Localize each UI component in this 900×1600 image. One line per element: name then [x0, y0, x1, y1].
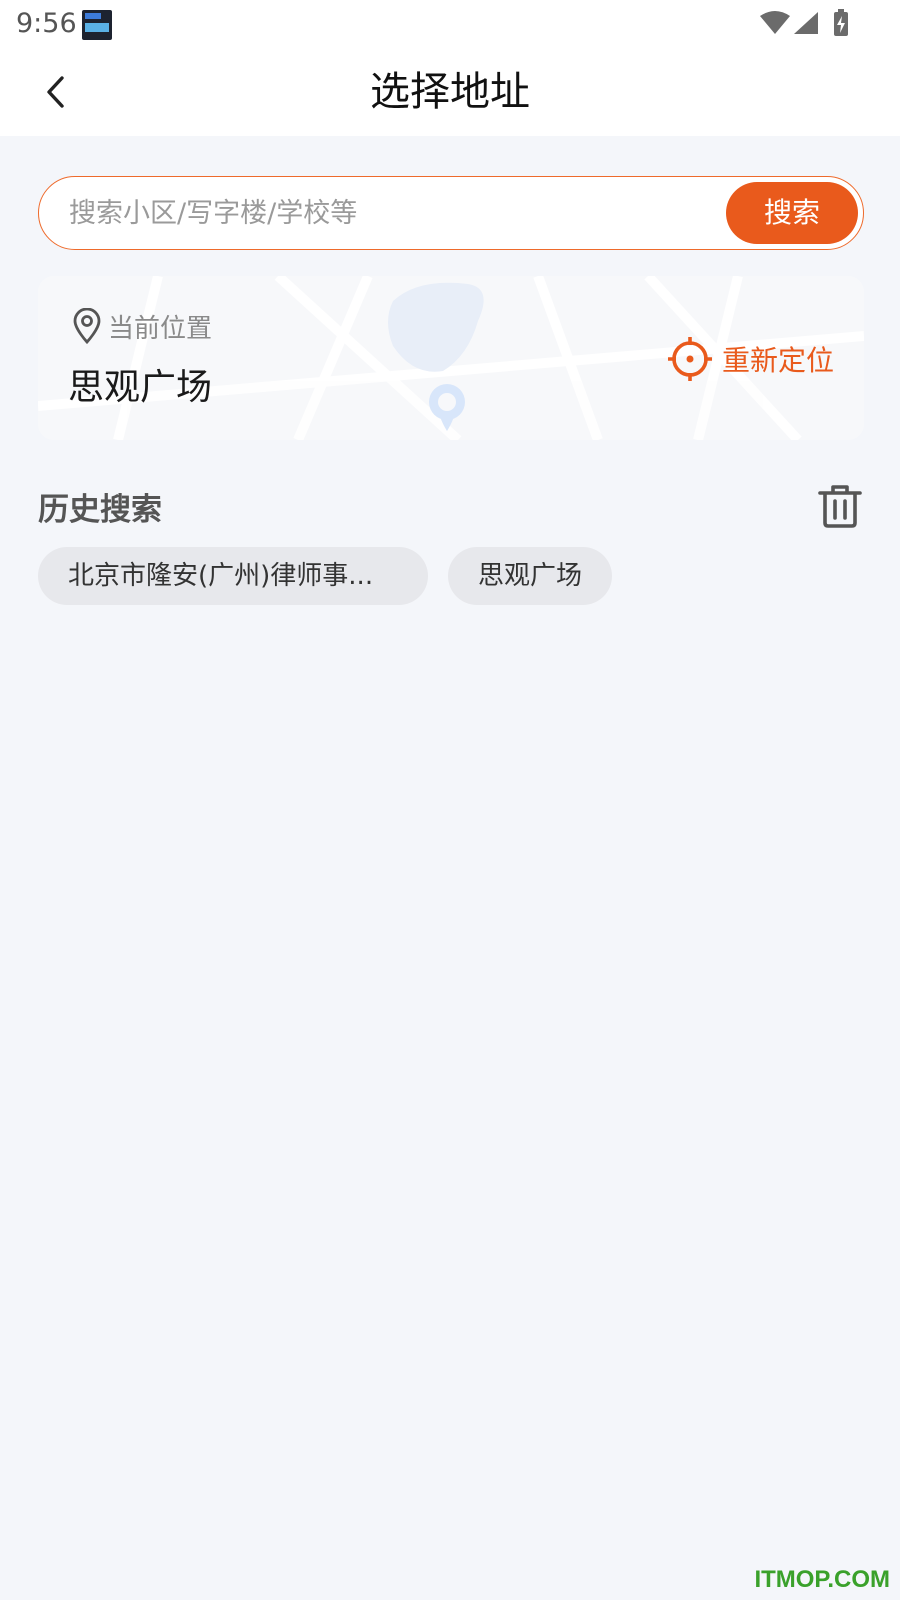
search-box: 搜索 — [38, 176, 864, 250]
trash-icon — [818, 485, 862, 528]
notification-icon — [82, 10, 112, 40]
back-button[interactable] — [32, 68, 80, 116]
history-chip[interactable]: 思观广场 — [448, 547, 613, 605]
nav-bar: 选择地址 — [0, 48, 900, 136]
chevron-left-icon — [47, 76, 64, 108]
status-time: 9:56 — [16, 8, 77, 39]
current-location-label-row: 当前位置 — [72, 306, 212, 346]
relocate-label: 重新定位 — [721, 344, 834, 377]
watermark: ITMOP.COM — [754, 1566, 890, 1593]
wifi-icon — [760, 11, 790, 34]
search-input[interactable] — [69, 189, 709, 237]
location-pin-icon — [73, 308, 101, 344]
current-location-card: 当前位置 思观广场 重新定位 — [38, 276, 864, 440]
signal-icon — [794, 12, 818, 34]
history-chips: 北京市隆安(广州)律师事... 思观广场 — [38, 547, 632, 605]
current-location-label: 当前位置 — [108, 313, 213, 344]
battery-charging-icon — [834, 9, 848, 36]
status-bar: 9:56 — [0, 0, 900, 48]
clear-history-button[interactable] — [816, 482, 864, 530]
history-title: 历史搜索 — [38, 492, 162, 528]
system-icons — [760, 8, 852, 40]
history-chip[interactable]: 北京市隆安(广州)律师事... — [38, 547, 428, 605]
relocate-button[interactable]: 重新定位 — [667, 336, 834, 382]
page-title: 选择地址 — [370, 69, 530, 115]
search-button[interactable]: 搜索 — [726, 182, 858, 244]
crosshair-icon — [667, 337, 712, 381]
history-header: 历史搜索 — [38, 480, 864, 530]
current-location-name[interactable]: 思观广场 — [68, 358, 212, 410]
